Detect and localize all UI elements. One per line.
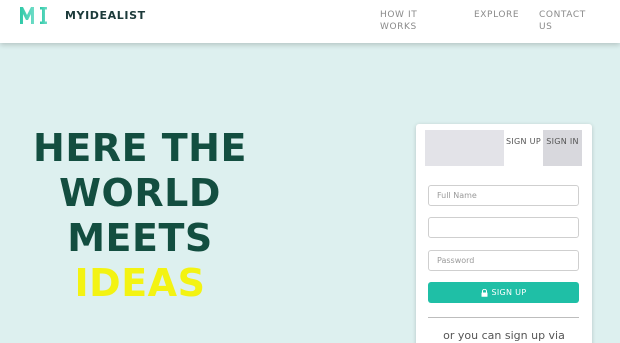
divider <box>428 317 579 318</box>
top-navbar: MYIDEALIST HOW IT WORKS EXPLORE CONTACT … <box>0 0 620 43</box>
password-input[interactable] <box>428 250 579 271</box>
tab-sign-in[interactable]: SIGN IN <box>543 130 582 166</box>
nav-how-it-works[interactable]: HOW IT WORKS <box>380 9 440 33</box>
sign-up-button[interactable]: SIGN UP <box>428 282 579 303</box>
hero-line-3: MEETS <box>67 216 213 260</box>
nav-explore[interactable]: EXPLORE <box>474 9 519 21</box>
full-name-input[interactable] <box>428 185 579 206</box>
lock-icon <box>481 288 488 297</box>
auth-tabs: SIGN UP SIGN IN <box>425 130 582 166</box>
hero-headline: HERE THE WORLD MEETS IDEAS <box>0 126 280 306</box>
mi-logo-icon[interactable] <box>19 5 49 25</box>
email-input[interactable] <box>428 217 579 238</box>
alt-signup-text: or you can sign up via <box>443 329 565 342</box>
hero-line-1: HERE THE <box>33 126 247 170</box>
brand-name[interactable]: MYIDEALIST <box>65 9 146 22</box>
tab-sign-up[interactable]: SIGN UP <box>504 130 543 166</box>
nav-contact-us[interactable]: CONTACT US <box>539 9 599 33</box>
hero-highlight: IDEAS <box>74 261 206 305</box>
sign-up-button-label: SIGN UP <box>491 288 527 297</box>
hero-line-2: WORLD <box>59 171 221 215</box>
signup-card: SIGN UP SIGN IN SIGN UP or you can sign … <box>416 124 592 343</box>
